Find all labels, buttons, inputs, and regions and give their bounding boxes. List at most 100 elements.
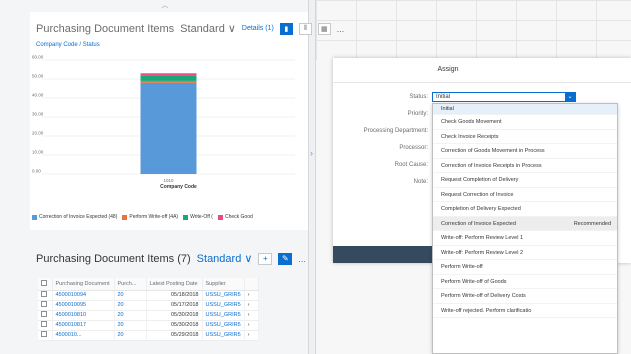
chart-header: Purchasing Document Items Standard ∨ Det… [36, 22, 344, 35]
table-variant-selector[interactable]: Standard ∨ [197, 252, 253, 266]
status-option[interactable]: Correction of Invoice Expected Recommende… [433, 216, 617, 231]
status-option-label: Write-off rejected. Perform clarificatio [441, 307, 532, 314]
x-tick-label: 1010 [163, 178, 174, 183]
department-label: Processing Department: [363, 128, 428, 134]
bar-segment[interactable] [140, 73, 197, 76]
bar-chart-toggle-icon[interactable]: ▮ [279, 22, 293, 35]
purchasing-document-cell[interactable]: 4500010... [52, 330, 115, 341]
row-navigation-icon[interactable]: › [244, 330, 259, 341]
column-header[interactable]: Purchasing Document [52, 278, 115, 291]
row-checkbox[interactable] [41, 311, 47, 317]
row-navigation-icon[interactable]: › [244, 290, 259, 301]
chart-subtitle[interactable]: Company Code / Status [36, 42, 100, 48]
status-option[interactable]: Perform Write-off of Delivery Costs [433, 289, 617, 304]
status-option[interactable]: Perform Write-off [433, 260, 617, 275]
panel-splitter[interactable] [308, 0, 316, 354]
status-option[interactable]: Request Completion of Delivery [433, 173, 617, 188]
splitter-grip-icon[interactable]: › [310, 148, 314, 158]
row-checkbox[interactable] [41, 321, 47, 327]
x-axis-label: Company Code [160, 184, 197, 190]
supplier-cell[interactable]: USSU_GRIR5 [202, 330, 245, 341]
y-tick-label: 0.00 [32, 169, 41, 174]
supplier-cell[interactable]: USSU_GRIR5 [202, 320, 245, 331]
legend-item[interactable]: Correction of Invoice Expected (48) [32, 214, 117, 220]
recommended-badge: Recommended [573, 220, 611, 227]
note-label: Note: [413, 179, 428, 185]
legend-item[interactable]: Check Good [217, 214, 253, 220]
select-all-checkbox[interactable] [41, 279, 47, 286]
purchasing-item-cell[interactable]: 20 [114, 330, 147, 341]
row-navigation-icon[interactable]: › [244, 320, 259, 331]
company-code-status-chart[interactable]: 60.00 50.00 40.00 30.00 20.00 10.00 0.00 1010Co… [30, 50, 308, 190]
row-checkbox[interactable] [41, 291, 47, 297]
add-icon[interactable]: + [258, 252, 273, 265]
table-more-icon[interactable]: ... [298, 254, 306, 264]
supplier-cell[interactable]: USSU_GRIR5 [202, 290, 245, 301]
column-header[interactable]: Purch... [114, 278, 147, 291]
chart-type-icon[interactable]: ⫴ [298, 22, 312, 35]
dialog-title: Assign [437, 66, 459, 73]
table-row[interactable]: 4500010810 20 05/30/2018 USSU_GRIR5 › [38, 310, 259, 321]
status-option[interactable]: Write-off rejected. Perform clarificatio [433, 304, 617, 318]
purchasing-document-cell[interactable]: 4500010817 [52, 320, 115, 331]
purchasing-document-cell[interactable]: 4500010810 [52, 310, 115, 321]
purchasing-item-cell[interactable]: 20 [114, 300, 147, 311]
column-header[interactable]: Supplier [202, 278, 245, 291]
status-option[interactable]: Write-off: Perform Review Level 1 [433, 231, 617, 246]
purchasing-document-cell[interactable]: 4500010095 [52, 300, 115, 311]
legend-swatch [217, 214, 223, 220]
table-view-icon[interactable]: ▦ [317, 22, 331, 35]
chart-more-icon[interactable]: ... [337, 24, 345, 34]
status-option-label: Check Invoice Receipts [441, 133, 499, 140]
bar-segment[interactable] [140, 80, 197, 83]
chevron-down-icon: ∨ [244, 253, 253, 265]
status-option[interactable]: Check Invoice Receipts [433, 130, 617, 144]
status-option[interactable]: Request Correction of Invoice [433, 188, 617, 202]
table-row[interactable]: 4500010094 20 05/18/2018 USSU_GRIR5 › [38, 290, 259, 301]
row-checkbox[interactable] [41, 301, 47, 307]
status-option-label: Correction of Invoice Receipts in Proces… [441, 162, 542, 169]
legend-item[interactable]: Perform Write-off (4A) [122, 214, 178, 220]
status-dropdown-list: Initial Check Goods Movement Check Invoice… [432, 103, 618, 354]
status-option[interactable]: Check Goods Movement [433, 115, 617, 130]
status-option[interactable]: Write-off: Perform Review Level 2 [433, 246, 617, 260]
collapse-header-icon[interactable]: ︿ [150, 0, 180, 9]
table-row[interactable]: 4500010817 20 05/30/2018 USSU_GRIR5 › [38, 320, 259, 331]
status-option[interactable]: Initial [433, 104, 617, 115]
bar-segment[interactable] [140, 82, 197, 174]
row-navigation-icon[interactable]: › [244, 300, 259, 311]
chevron-down-icon: ∨ [227, 23, 236, 35]
table-header: Purchasing Document Items (7) Standard ∨… [36, 252, 306, 265]
legend-label: Write-Off ( [190, 214, 213, 220]
y-tick-label: 50.00 [32, 74, 44, 79]
purchasing-item-cell[interactable]: 20 [114, 320, 147, 331]
chart-legend: Correction of Invoice Expected (48) Perfo… [32, 214, 253, 220]
supplier-cell[interactable]: USSU_GRIR5 [202, 310, 245, 321]
table-row[interactable]: 4500010... 20 05/29/2018 USSU_GRIR5 › [38, 330, 259, 341]
details-link[interactable]: Details (1) [242, 25, 274, 32]
purchasing-item-cell[interactable]: 20 [114, 310, 147, 321]
root-cause-label: Root Cause: [394, 162, 428, 168]
legend-label: Perform Write-off (4A) [129, 214, 179, 220]
status-option-label: Correction of Goods Movement in Process [441, 148, 545, 154]
purchasing-item-cell[interactable]: 20 [114, 290, 147, 301]
legend-item[interactable]: Write-Off ( [183, 214, 213, 220]
legend-label: Correction of Invoice Expected (48) [39, 214, 118, 220]
y-tick-label: 40.00 [32, 93, 44, 98]
row-navigation-icon[interactable]: › [244, 310, 259, 321]
posting-date-cell: 05/17/2018 [146, 300, 203, 311]
row-checkbox[interactable] [41, 331, 47, 337]
bar-segment[interactable] [140, 75, 197, 81]
status-select[interactable]: Initial ⌄ [432, 92, 576, 102]
assign-icon[interactable]: ✎ [278, 252, 293, 265]
chevron-down-icon[interactable]: ⌄ [565, 93, 575, 101]
status-option[interactable]: Completion of Delivery Expected [433, 202, 617, 217]
status-option[interactable]: Correction of Goods Movement in Process [433, 144, 617, 159]
column-header[interactable]: Latest Posting Date [146, 278, 203, 291]
status-option[interactable]: Correction of Invoice Receipts in Proces… [433, 159, 617, 173]
status-option[interactable]: Perform Write-off of Goods [433, 275, 617, 289]
purchasing-document-cell[interactable]: 4500010094 [52, 290, 115, 301]
chart-variant-selector[interactable]: Standard ∨ [180, 22, 236, 36]
table-row[interactable]: 4500010095 20 05/17/2018 USSU_GRIR5 › [38, 300, 259, 311]
supplier-cell[interactable]: USSU_GRIR5 [202, 300, 245, 311]
